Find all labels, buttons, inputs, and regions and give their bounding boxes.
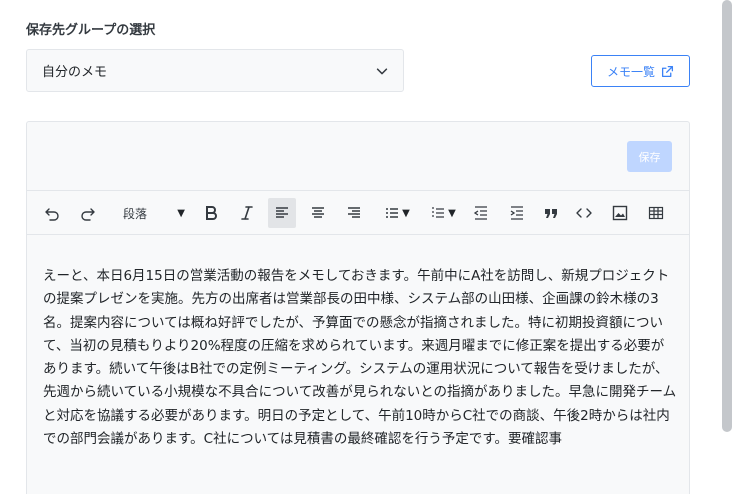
outdent-button[interactable] [470, 198, 492, 228]
outdent-icon [473, 206, 487, 220]
numbered-list-icon [432, 207, 445, 218]
undo-icon [45, 208, 59, 221]
paragraph-format-select[interactable]: 段落 ▼ [117, 198, 189, 228]
image-icon [612, 205, 628, 221]
align-center-icon [312, 207, 324, 218]
insert-table-button[interactable] [645, 198, 667, 228]
align-right-icon [348, 207, 360, 218]
code-button[interactable] [573, 198, 595, 228]
quote-icon [545, 209, 557, 218]
numbered-list-button[interactable]: ▼ [425, 198, 461, 228]
bullet-list-button[interactable]: ▼ [379, 198, 415, 228]
group-select-value: 自分のメモ [42, 65, 108, 80]
chevron-down-icon [376, 68, 388, 75]
italic-icon [241, 206, 253, 220]
bold-button[interactable] [200, 198, 222, 228]
align-right-button[interactable] [343, 198, 365, 228]
redo-button[interactable] [77, 198, 99, 228]
italic-button[interactable] [236, 198, 258, 228]
align-left-icon [276, 207, 288, 218]
table-icon [648, 206, 664, 220]
redo-icon [81, 208, 95, 221]
undo-button[interactable] [41, 198, 63, 228]
group-select-label: 保存先グループの選択 [26, 23, 156, 38]
save-button[interactable]: 保存 [627, 141, 672, 172]
align-left-button[interactable] [268, 198, 296, 228]
external-link-icon [661, 65, 674, 77]
caret-down-icon: ▼ [177, 207, 185, 219]
indent-button[interactable] [506, 198, 528, 228]
memo-content[interactable]: えーと、本日6月15日の営業活動の報告をメモしておきます。午前中にA社を訪問し、… [43, 265, 677, 451]
memo-list-button[interactable]: メモ一覧 [591, 55, 690, 87]
bold-icon [206, 206, 217, 220]
insert-image-button[interactable] [609, 198, 631, 228]
page-scrollbar[interactable] [722, 0, 732, 432]
paragraph-format-label: 段落 [123, 206, 148, 221]
code-icon [576, 208, 592, 218]
memo-editor: 保存 段落 ▼ ▼ ▼ えーと、本日6月15日の営業活動の報告をメモしておきます… [26, 121, 690, 494]
blockquote-button[interactable] [540, 198, 562, 228]
editor-toolbar: 段落 ▼ ▼ ▼ [27, 190, 689, 235]
caret-down-icon: ▼ [448, 207, 456, 219]
bullet-list-icon [386, 208, 399, 218]
memo-list-button-label: メモ一覧 [606, 64, 655, 79]
indent-icon [510, 206, 523, 220]
caret-down-icon: ▼ [402, 207, 410, 219]
align-center-button[interactable] [307, 198, 329, 228]
group-select[interactable]: 自分のメモ [26, 49, 404, 92]
